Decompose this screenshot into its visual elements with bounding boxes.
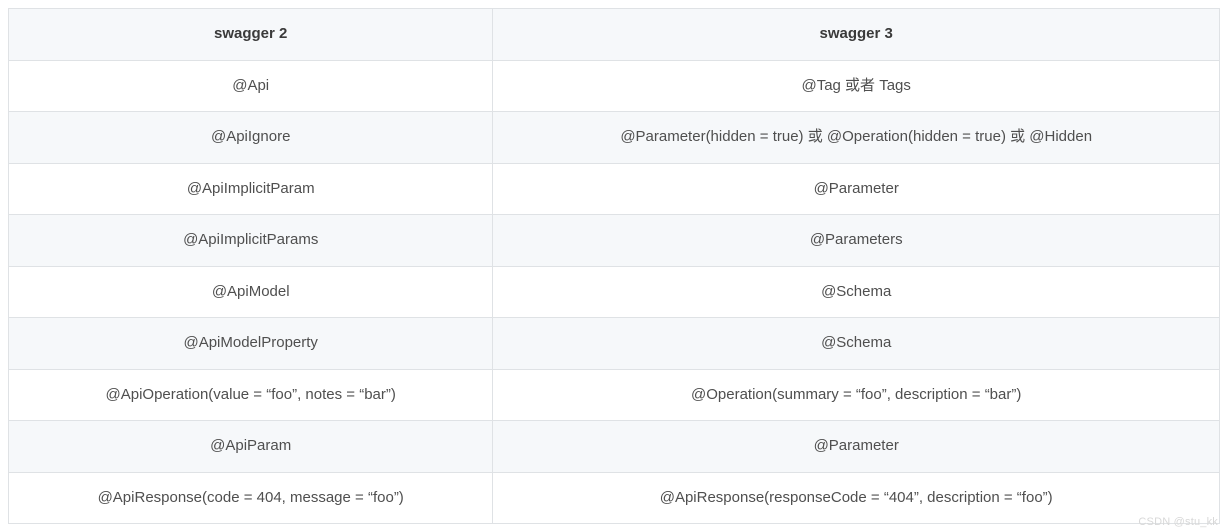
table-row: @ApiModelProperty @Schema: [9, 318, 1220, 370]
table-row: @ApiImplicitParam @Parameter: [9, 163, 1220, 215]
header-swagger2: swagger 2: [9, 9, 493, 61]
cell-swagger2: @ApiModelProperty: [9, 318, 493, 370]
cell-swagger3: @Schema: [493, 266, 1220, 318]
table-row: @Api @Tag 或者 Tags: [9, 60, 1220, 112]
cell-swagger3: @Operation(summary = “foo”, description …: [493, 369, 1220, 421]
cell-swagger3: @Schema: [493, 318, 1220, 370]
cell-swagger2: @ApiImplicitParams: [9, 215, 493, 267]
cell-swagger2: @ApiOperation(value = “foo”, notes = “ba…: [9, 369, 493, 421]
cell-swagger3: @Tag 或者 Tags: [493, 60, 1220, 112]
table-row: @ApiParam @Parameter: [9, 421, 1220, 473]
cell-swagger3: @Parameter(hidden = true) 或 @Operation(h…: [493, 112, 1220, 164]
table-row: @ApiImplicitParams @Parameters: [9, 215, 1220, 267]
cell-swagger2: @ApiIgnore: [9, 112, 493, 164]
table-row: @ApiResponse(code = 404, message = “foo”…: [9, 472, 1220, 524]
cell-swagger2: @ApiImplicitParam: [9, 163, 493, 215]
cell-swagger3: @Parameter: [493, 163, 1220, 215]
table-row: @ApiIgnore @Parameter(hidden = true) 或 @…: [9, 112, 1220, 164]
table-header-row: swagger 2 swagger 3: [9, 9, 1220, 61]
header-swagger3: swagger 3: [493, 9, 1220, 61]
cell-swagger3: @Parameters: [493, 215, 1220, 267]
comparison-table: swagger 2 swagger 3 @Api @Tag 或者 Tags @A…: [8, 8, 1220, 524]
table-row: @ApiOperation(value = “foo”, notes = “ba…: [9, 369, 1220, 421]
cell-swagger2: @Api: [9, 60, 493, 112]
cell-swagger2: @ApiResponse(code = 404, message = “foo”…: [9, 472, 493, 524]
cell-swagger3: @ApiResponse(responseCode = “404”, descr…: [493, 472, 1220, 524]
cell-swagger2: @ApiParam: [9, 421, 493, 473]
table-row: @ApiModel @Schema: [9, 266, 1220, 318]
cell-swagger3: @Parameter: [493, 421, 1220, 473]
cell-swagger2: @ApiModel: [9, 266, 493, 318]
